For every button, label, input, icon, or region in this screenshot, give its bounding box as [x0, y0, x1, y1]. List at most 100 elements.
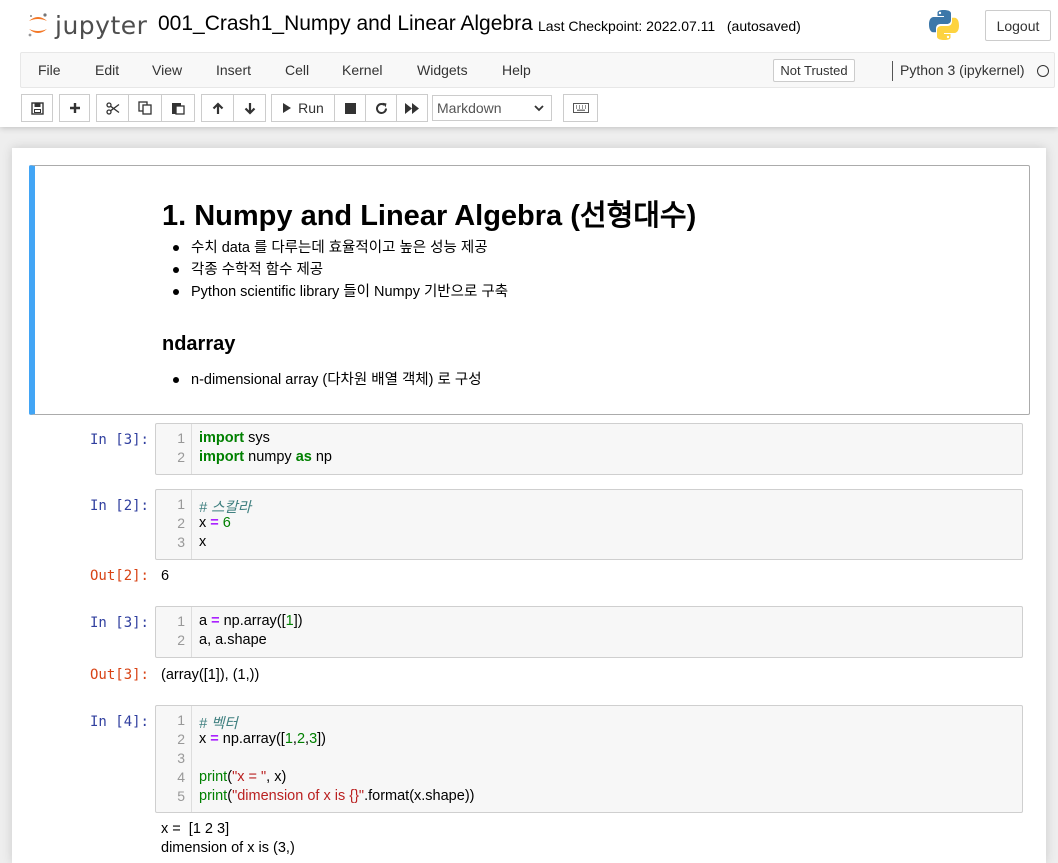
line-number: 2 [177, 632, 185, 648]
code-token: "dimension of x is {}" [232, 788, 365, 804]
code-line: 1a = np.array([1]) [156, 613, 1016, 632]
line-number: 2 [177, 731, 185, 747]
paste-icon [172, 103, 185, 115]
copy-button[interactable] [128, 94, 162, 122]
markdown-cell[interactable]: 1. Numpy and Linear Algebra (선형대수) 수치 da… [29, 165, 1030, 415]
code-line: 2 a, a.shape [156, 632, 1016, 651]
fast-forward-icon [405, 102, 419, 114]
code-token: import [199, 430, 245, 446]
menu-edit[interactable]: Edit [95, 62, 119, 78]
code-source: # 스칼라 [199, 496, 251, 517]
code-source: import numpy as np [199, 449, 332, 465]
output-prompt: Out[3]: [89, 667, 149, 683]
code-line: 3x [156, 534, 1016, 553]
code-token: 2 [296, 731, 306, 747]
line-number: 1 [177, 712, 185, 728]
code-token: import [199, 449, 245, 465]
input-prompt: In [4]: [89, 714, 149, 730]
markdown-heading-2: ndarray [162, 333, 236, 355]
cut-icon [105, 101, 119, 115]
code-source: x = 6 [199, 515, 231, 531]
code-token: np.array([ [219, 613, 286, 629]
code-input[interactable]: 1 # 스칼라 2 x = 63x [155, 489, 1023, 560]
input-prompt: In [3]: [89, 432, 149, 448]
code-token: print [199, 769, 228, 785]
arrow-up-icon [212, 101, 223, 114]
restart-button[interactable] [365, 94, 397, 122]
code-line: 2 import numpy as np [156, 449, 1016, 468]
code-input[interactable]: 1a = np.array([1]) 2 a, a.shape [155, 606, 1023, 658]
input-prompt: In [2]: [89, 498, 149, 514]
insert-cell-button[interactable] [59, 94, 90, 122]
markdown-bullet-list-2: n-dimensional array (다차원 배열 객체) 로 구성 [166, 369, 482, 391]
restart-run-all-button[interactable] [396, 94, 428, 122]
interrupt-button[interactable] [334, 94, 366, 122]
cell-type-select[interactable]: Markdown [432, 95, 552, 121]
code-line: 1 # 스칼라 [156, 496, 1016, 517]
command-palette-button[interactable] [563, 94, 598, 122]
list-item: 수치 data 를 다루는데 효율적이고 높은 성능 제공 [166, 237, 508, 259]
code-token: a, a.shape [199, 632, 267, 648]
notebook-container: 1. Numpy and Linear Algebra (선형대수) 수치 da… [12, 148, 1046, 863]
code-token: a [199, 613, 212, 629]
input-prompt: In [3]: [89, 615, 149, 631]
jupyter-logo[interactable]: jupyter [27, 10, 147, 40]
code-token: .format(x.shape)) [364, 788, 475, 804]
code-line: 2x = 6 [156, 515, 1016, 534]
menu-file[interactable]: File [38, 62, 61, 78]
run-icon [283, 103, 292, 113]
code-token: sys [244, 430, 270, 446]
python-logo-icon [929, 10, 959, 40]
code-input[interactable]: 1 # 벡터 2 x = np.array([1,2,3]) 3 4 print("x = … [155, 705, 1023, 813]
restart-icon [375, 102, 387, 114]
save-icon [30, 101, 44, 115]
menu-view[interactable]: View [152, 62, 182, 78]
menu-widgets[interactable]: Widgets [417, 62, 468, 78]
code-line: 1 # 벡터 [156, 712, 1016, 733]
markdown-heading-1: 1. Numpy and Linear Algebra (선형대수) [162, 200, 697, 232]
notebook-title[interactable]: 001_Crash1_Numpy and Linear Algebra [158, 12, 533, 36]
code-token: ]) [317, 731, 326, 747]
cell-output: (array([1]), (1,)) [161, 667, 260, 683]
cut-button[interactable] [96, 94, 129, 122]
code-source: import sys [199, 430, 270, 446]
markdown-bullet-list: 수치 data 를 다루는데 효율적이고 높은 성능 제공 각종 수학적 함수 … [166, 237, 508, 303]
code-token: ]) [293, 613, 303, 629]
line-number: 2 [177, 449, 185, 465]
checkpoint-status: Last Checkpoint: 2022.07.11 (autosaved) [538, 18, 801, 34]
menu-cell[interactable]: Cell [285, 62, 309, 78]
logout-button[interactable]: Logout [985, 10, 1051, 41]
code-token: 3 [309, 731, 318, 747]
menu-kernel[interactable]: Kernel [342, 62, 382, 78]
menu-help[interactable]: Help [502, 62, 531, 78]
code-token: x [199, 515, 211, 531]
code-input[interactable]: 1 import sys 2 import numpy as np [155, 423, 1023, 475]
line-number: 3 [177, 750, 185, 766]
paste-button[interactable] [161, 94, 195, 122]
move-up-button[interactable] [201, 94, 234, 122]
list-item: n-dimensional array (다차원 배열 객체) 로 구성 [166, 369, 482, 391]
code-source: print("dimension of x is {}".format(x.sh… [199, 788, 474, 804]
run-button[interactable]: Run [271, 94, 335, 122]
plus-icon [69, 103, 80, 113]
run-button-label: Run [298, 100, 324, 116]
notebook-header: jupyter 001_Crash1_Numpy and Linear Alge… [0, 0, 1058, 127]
line-number: 5 [177, 788, 185, 804]
keyboard-icon [572, 103, 589, 113]
list-item: 각종 수학적 함수 제공 [166, 259, 508, 281]
code-source: # 벡터 [199, 712, 238, 733]
line-number: 1 [177, 496, 185, 512]
code-token: , x) [266, 769, 287, 785]
code-token: 1 [284, 731, 293, 747]
kernel-name[interactable]: Python 3 (ipykernel) [900, 62, 1025, 78]
menu-insert[interactable]: Insert [216, 62, 251, 78]
save-button[interactable] [21, 94, 53, 122]
not-trusted-button[interactable]: Not Trusted [773, 59, 855, 82]
code-source: print("x = ", x) [199, 769, 286, 785]
code-line: 5 print("dimension of x is {}".format(x.s… [156, 788, 1016, 807]
move-down-button[interactable] [233, 94, 266, 122]
code-token: print [199, 788, 228, 804]
code-line: 3 [156, 750, 1016, 769]
code-token: np.array([ [218, 731, 285, 747]
code-source: x = np.array([1,2,3]) [199, 731, 326, 747]
